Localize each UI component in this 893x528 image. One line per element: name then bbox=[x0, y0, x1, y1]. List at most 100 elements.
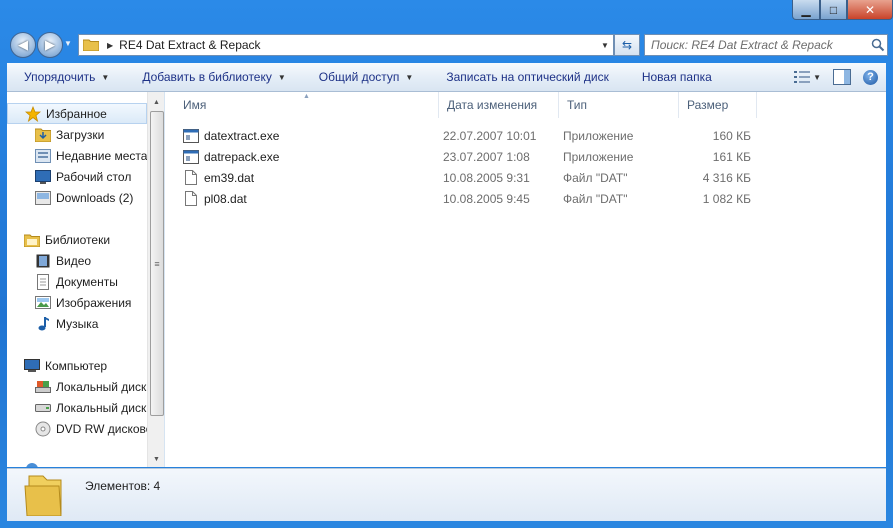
recent-pages-dropdown[interactable]: ▼ bbox=[64, 39, 74, 49]
column-header-label: Имя bbox=[183, 98, 207, 112]
sidebar-item-label: Избранное bbox=[46, 106, 107, 121]
sidebar-item-local-disk-c[interactable]: Локальный диск bbox=[7, 376, 147, 397]
address-dropdown-icon[interactable]: ▼ bbox=[597, 41, 613, 50]
column-header-label: Дата изменения bbox=[447, 98, 538, 112]
window-frame: ▁ □ ✕ ◀ ▶ ▼ ▶ RE4 Dat Extract & Repack ▼… bbox=[0, 0, 893, 528]
sidebar-item-label: Рабочий стол bbox=[56, 169, 132, 184]
command-bar: Упорядочить ▼ Добавить в библиотеку ▼ Общи… bbox=[7, 63, 886, 92]
navigation-pane: Избранное Загрузки Недавние места Рабочи… bbox=[7, 92, 147, 467]
sidebar-item-libraries[interactable]: Библиотеки bbox=[7, 229, 147, 250]
sidebar-item-label: Компьютер bbox=[45, 358, 108, 373]
file-icon bbox=[183, 191, 199, 207]
column-header-date[interactable]: Дата изменения bbox=[439, 92, 559, 118]
sidebar-item-label: Загрузки bbox=[56, 127, 105, 142]
column-header-size[interactable]: Размер bbox=[679, 92, 757, 118]
scroll-down-icon[interactable]: ▼ bbox=[148, 451, 165, 467]
folder-icon bbox=[24, 475, 62, 516]
sidebar-item-label: Изображения bbox=[56, 295, 132, 310]
minimize-icon: ▁ bbox=[801, 2, 811, 17]
chevron-down-icon: ▼ bbox=[101, 72, 110, 82]
sidebar-item-label: Видео bbox=[56, 253, 92, 268]
libraries-icon bbox=[24, 232, 40, 248]
navigation-scrollbar[interactable]: ▲ ≡ ▼ bbox=[147, 92, 165, 467]
table-row[interactable]: em39.dat 10.08.2005 9:31 Файл "DAT" 4 31… bbox=[175, 167, 775, 188]
sidebar-item-documents[interactable]: Документы bbox=[7, 271, 147, 292]
maximize-icon: □ bbox=[829, 2, 838, 17]
sidebar-item-dvd-drive[interactable]: DVD RW дисково bbox=[7, 418, 147, 439]
sidebar-item-computer[interactable]: Компьютер bbox=[7, 355, 147, 376]
file-size: 160 КБ bbox=[712, 128, 751, 143]
file-name: em39.dat bbox=[204, 170, 255, 185]
view-options-button[interactable]: ▼ bbox=[794, 71, 821, 83]
chevron-down-icon: ▼ bbox=[813, 72, 821, 82]
back-arrow-icon: ◀ bbox=[18, 37, 28, 52]
help-icon[interactable]: ? bbox=[863, 69, 878, 85]
file-name: pl08.dat bbox=[204, 191, 247, 206]
sidebar-item-label: Музыка bbox=[56, 316, 99, 331]
details-pane: Элементов: 4 bbox=[7, 468, 886, 521]
organize-button[interactable]: Упорядочить ▼ bbox=[7, 63, 125, 91]
burn-button[interactable]: Записать на оптический диск bbox=[429, 63, 625, 91]
file-date: 10.08.2005 9:31 bbox=[443, 170, 530, 185]
add-to-library-label: Добавить в библиотеку bbox=[142, 70, 272, 84]
add-to-library-button[interactable]: Добавить в библиотеку ▼ bbox=[125, 63, 301, 91]
sidebar-item-favorites[interactable]: Избранное bbox=[7, 103, 147, 124]
content-area: Избранное Загрузки Недавние места Рабочи… bbox=[7, 92, 886, 467]
forward-button[interactable]: ▶ bbox=[37, 32, 63, 58]
sidebar-item-network[interactable] bbox=[7, 458, 147, 467]
file-list: ▲ Имя Дата изменения Тип Размер datextra… bbox=[165, 92, 886, 467]
minimize-button[interactable]: ▁ bbox=[792, 0, 820, 20]
search-input[interactable]: Поиск: RE4 Dat Extract & Repack bbox=[644, 34, 888, 56]
close-button[interactable]: ✕ bbox=[847, 0, 893, 20]
maximize-button[interactable]: □ bbox=[820, 0, 847, 20]
breadcrumb-separator-icon[interactable]: ▶ bbox=[107, 41, 113, 50]
sidebar-item-label: Библиотеки bbox=[45, 232, 111, 247]
table-row[interactable]: datrepack.exe 23.07.2007 1:08 Приложение… bbox=[175, 146, 775, 167]
search-icon[interactable] bbox=[869, 38, 887, 52]
back-button[interactable]: ◀ bbox=[10, 32, 36, 58]
folder-icon bbox=[83, 39, 99, 51]
network-icon bbox=[24, 461, 40, 467]
sidebar-item-downloads[interactable]: Загрузки bbox=[7, 124, 147, 145]
sidebar-item-video[interactable]: Видео bbox=[7, 250, 147, 271]
column-header-type[interactable]: Тип bbox=[559, 92, 679, 118]
toolbar-right: ▼ ? bbox=[794, 63, 878, 91]
sidebar-item-local-disk-d[interactable]: Локальный диск bbox=[7, 397, 147, 418]
recent-places-icon bbox=[35, 148, 51, 164]
table-row[interactable]: pl08.dat 10.08.2005 9:45 Файл "DAT" 1 08… bbox=[175, 188, 775, 209]
sidebar-item-desktop[interactable]: Рабочий стол bbox=[7, 166, 147, 187]
column-header-name[interactable]: Имя bbox=[175, 92, 439, 118]
address-bar[interactable]: ▶ RE4 Dat Extract & Repack ▼ bbox=[78, 34, 614, 56]
scroll-thumb[interactable]: ≡ bbox=[150, 111, 164, 416]
sidebar-item-recent-places[interactable]: Недавние места bbox=[7, 145, 147, 166]
forward-arrow-icon: ▶ bbox=[45, 37, 55, 52]
sidebar-item-pictures[interactable]: Изображения bbox=[7, 292, 147, 313]
breadcrumb-current[interactable]: RE4 Dat Extract & Repack bbox=[119, 38, 597, 52]
desktop-icon bbox=[35, 169, 51, 185]
sidebar-item-label: Документы bbox=[56, 274, 118, 289]
exe-icon bbox=[183, 128, 199, 144]
help-glyph: ? bbox=[867, 71, 874, 83]
file-size: 4 316 КБ bbox=[702, 170, 751, 185]
sidebar-item-label: Локальный диск bbox=[56, 379, 147, 394]
scroll-up-icon[interactable]: ▲ bbox=[148, 94, 165, 110]
file-name-cell: pl08.dat bbox=[183, 188, 247, 209]
sidebar-item-label: DVD RW дисково bbox=[56, 421, 147, 436]
downloads-shortcut-icon bbox=[35, 190, 51, 206]
hard-drive-icon bbox=[35, 400, 51, 416]
system-drive-icon bbox=[35, 379, 51, 395]
refresh-button[interactable]: ⇆ bbox=[614, 34, 640, 56]
sidebar-item-music[interactable]: Музыка bbox=[7, 313, 147, 334]
column-header-label: Тип bbox=[567, 98, 588, 112]
new-folder-button[interactable]: Новая папка bbox=[625, 63, 728, 91]
computer-icon bbox=[24, 358, 40, 374]
chevron-down-icon: ▼ bbox=[405, 72, 414, 82]
video-icon bbox=[35, 253, 51, 269]
preview-pane-icon[interactable] bbox=[833, 69, 851, 85]
file-icon bbox=[183, 170, 199, 186]
table-row[interactable]: datextract.exe 22.07.2007 10:01 Приложен… bbox=[175, 125, 775, 146]
sidebar-item-downloads-2[interactable]: Downloads (2) bbox=[7, 187, 147, 208]
new-folder-label: Новая папка bbox=[641, 70, 712, 84]
share-button[interactable]: Общий доступ ▼ bbox=[302, 63, 430, 91]
documents-icon bbox=[35, 273, 51, 290]
